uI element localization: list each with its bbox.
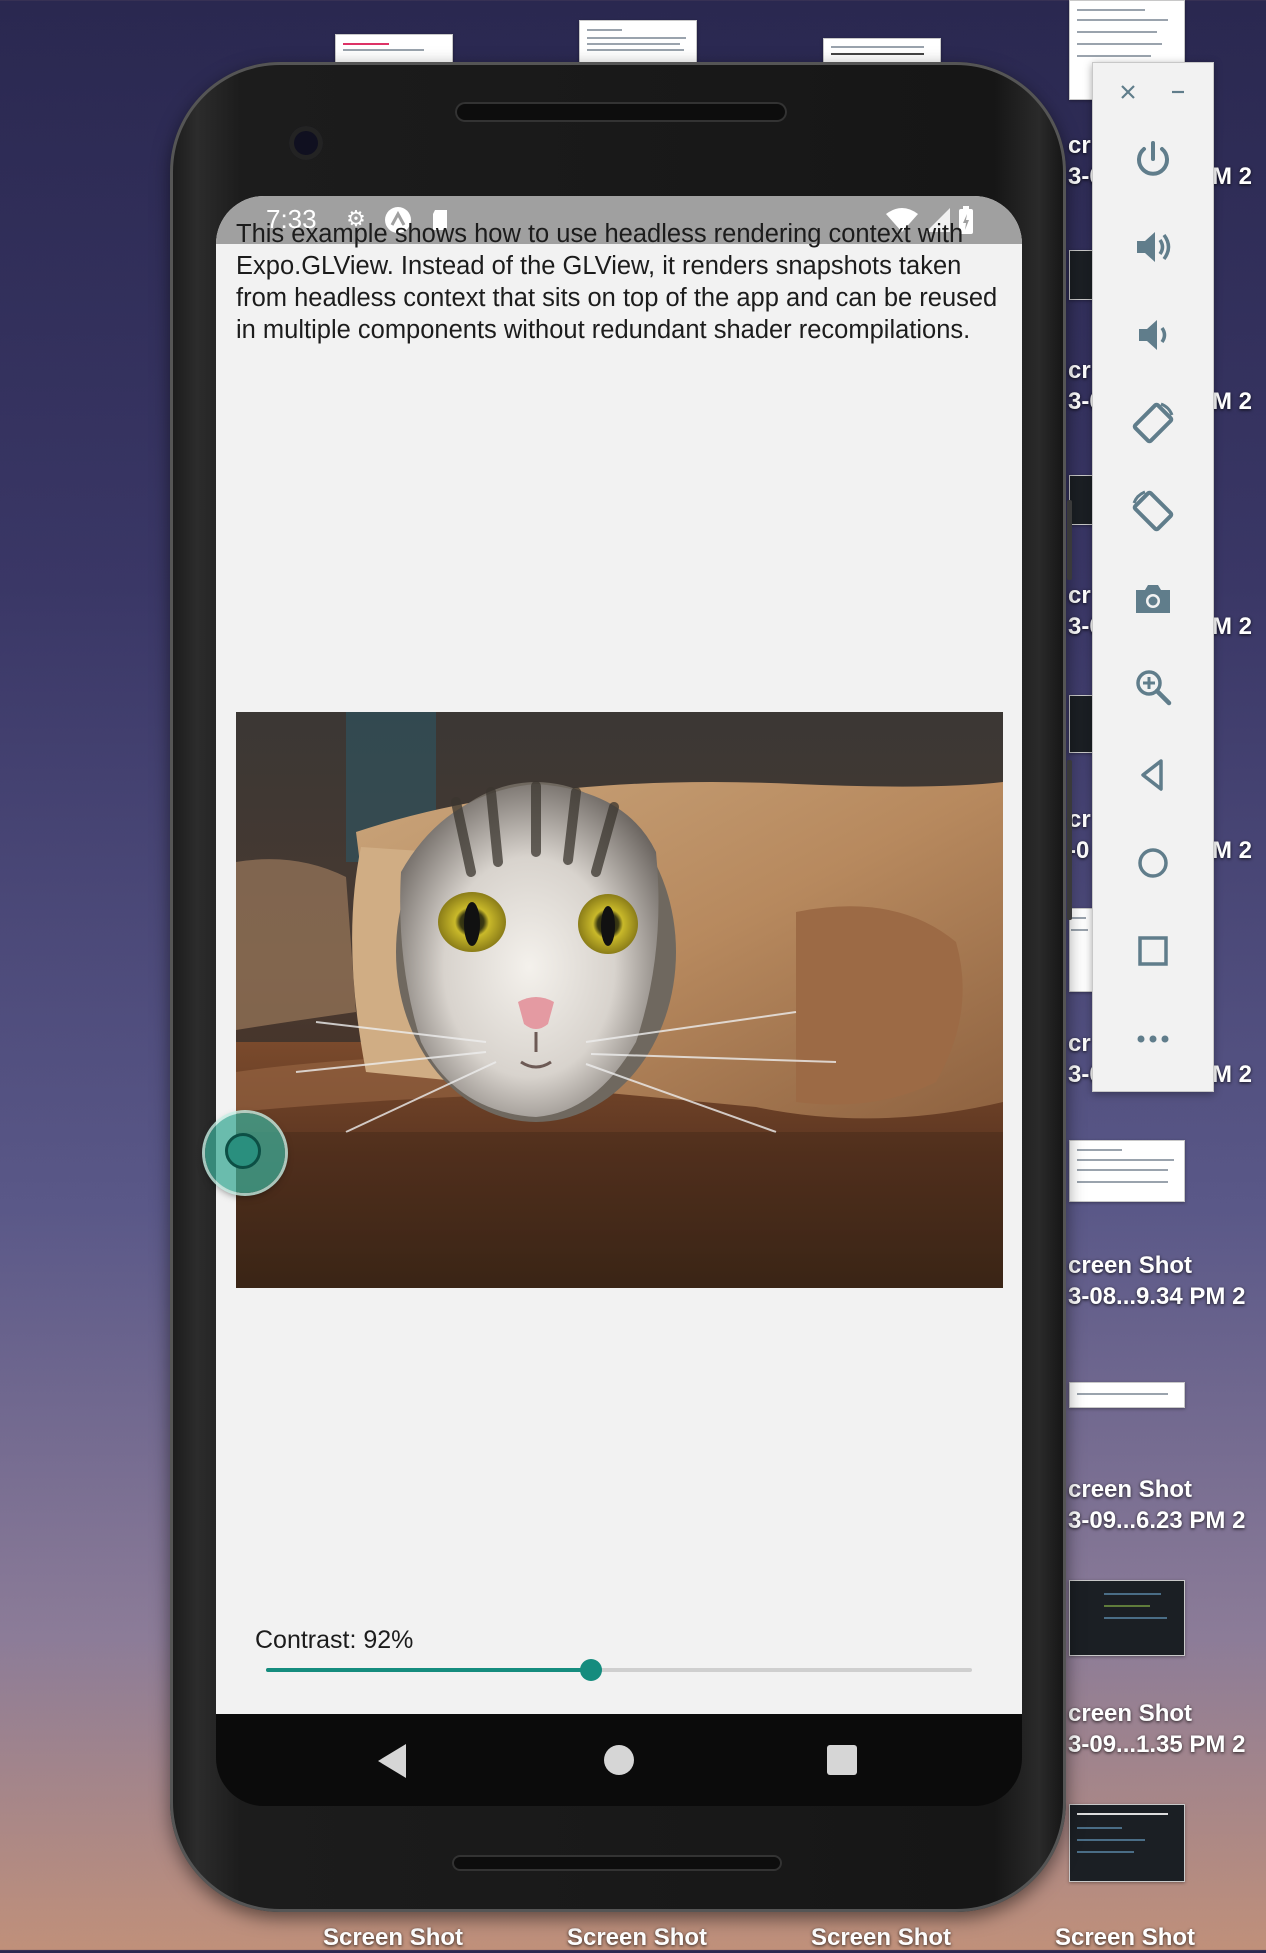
minimize-icon[interactable] xyxy=(1163,77,1193,107)
nav-recents-button[interactable] xyxy=(827,1745,857,1775)
desktop-thumbnail[interactable] xyxy=(335,34,453,64)
rotate-left-icon[interactable] xyxy=(1093,393,1213,453)
desktop-file-label[interactable]: creen Shot 3-09...6.23 PM 2 xyxy=(1068,1474,1245,1536)
desktop-thumbnail[interactable] xyxy=(1069,1382,1185,1408)
desktop-thumbnail[interactable] xyxy=(579,20,697,64)
desktop-file-label[interactable]: creen Shot 3-09...1.35 PM 2 xyxy=(1068,1698,1245,1760)
phone-speaker xyxy=(455,102,787,122)
rotate-right-icon[interactable] xyxy=(1093,481,1213,541)
contrast-label: Contrast: 92% xyxy=(255,1626,414,1654)
slider-thumb[interactable] xyxy=(579,1659,602,1681)
desktop-file-label[interactable]: M 2 xyxy=(1212,1059,1252,1090)
desktop-thumbnail[interactable] xyxy=(1069,1804,1185,1882)
desktop-file-label[interactable]: Screen Shot xyxy=(771,1922,991,1953)
desktop-file-label[interactable]: Screen Shot xyxy=(527,1922,747,1953)
volume-down-icon[interactable] xyxy=(1093,305,1213,365)
phone-speaker xyxy=(452,1855,782,1871)
touch-indicator xyxy=(205,1113,285,1193)
desktop-thumbnail[interactable] xyxy=(1069,1580,1185,1656)
desktop-file-label[interactable]: M 2 xyxy=(1212,161,1252,192)
back-icon[interactable] xyxy=(1093,745,1213,805)
power-side-button[interactable] xyxy=(1067,500,1072,580)
description-text: This example shows how to use headless r… xyxy=(236,220,998,344)
desktop-file-label[interactable]: creen Shot 3-08...9.34 PM 2 xyxy=(1068,1250,1245,1312)
android-nav-bar xyxy=(216,1714,1022,1806)
overview-icon[interactable] xyxy=(1093,921,1213,981)
home-icon[interactable] xyxy=(1093,833,1213,893)
camera-icon[interactable] xyxy=(1093,569,1213,629)
desktop-file-label[interactable]: M 2 xyxy=(1212,386,1252,417)
volume-side-button[interactable] xyxy=(1067,760,1072,920)
nav-back-button[interactable] xyxy=(378,1744,406,1778)
desktop-file-label[interactable]: M 2 xyxy=(1212,611,1252,642)
zoom-icon[interactable] xyxy=(1093,657,1213,717)
cat-photo xyxy=(236,712,1003,1288)
volume-up-icon[interactable] xyxy=(1093,217,1213,277)
desktop-file-label[interactable]: Screen Shot xyxy=(1015,1922,1235,1953)
contrast-slider[interactable] xyxy=(266,1658,972,1682)
close-icon[interactable] xyxy=(1113,77,1143,107)
desktop-thumbnail[interactable] xyxy=(823,38,941,64)
nav-home-button[interactable] xyxy=(604,1745,634,1775)
slider-fill xyxy=(266,1668,591,1672)
desktop-file-label[interactable]: M 2 xyxy=(1212,835,1252,866)
desktop-file-label[interactable]: Screen Shot xyxy=(283,1922,503,1953)
more-icon[interactable] xyxy=(1093,1009,1213,1069)
emulator-toolbar xyxy=(1092,62,1214,1092)
power-icon[interactable] xyxy=(1093,129,1213,189)
phone-screen: 7:33 ⚙ This example shows how to use hea… xyxy=(216,196,1022,1714)
desktop-thumbnail[interactable] xyxy=(1069,1140,1185,1202)
front-camera xyxy=(289,126,323,160)
